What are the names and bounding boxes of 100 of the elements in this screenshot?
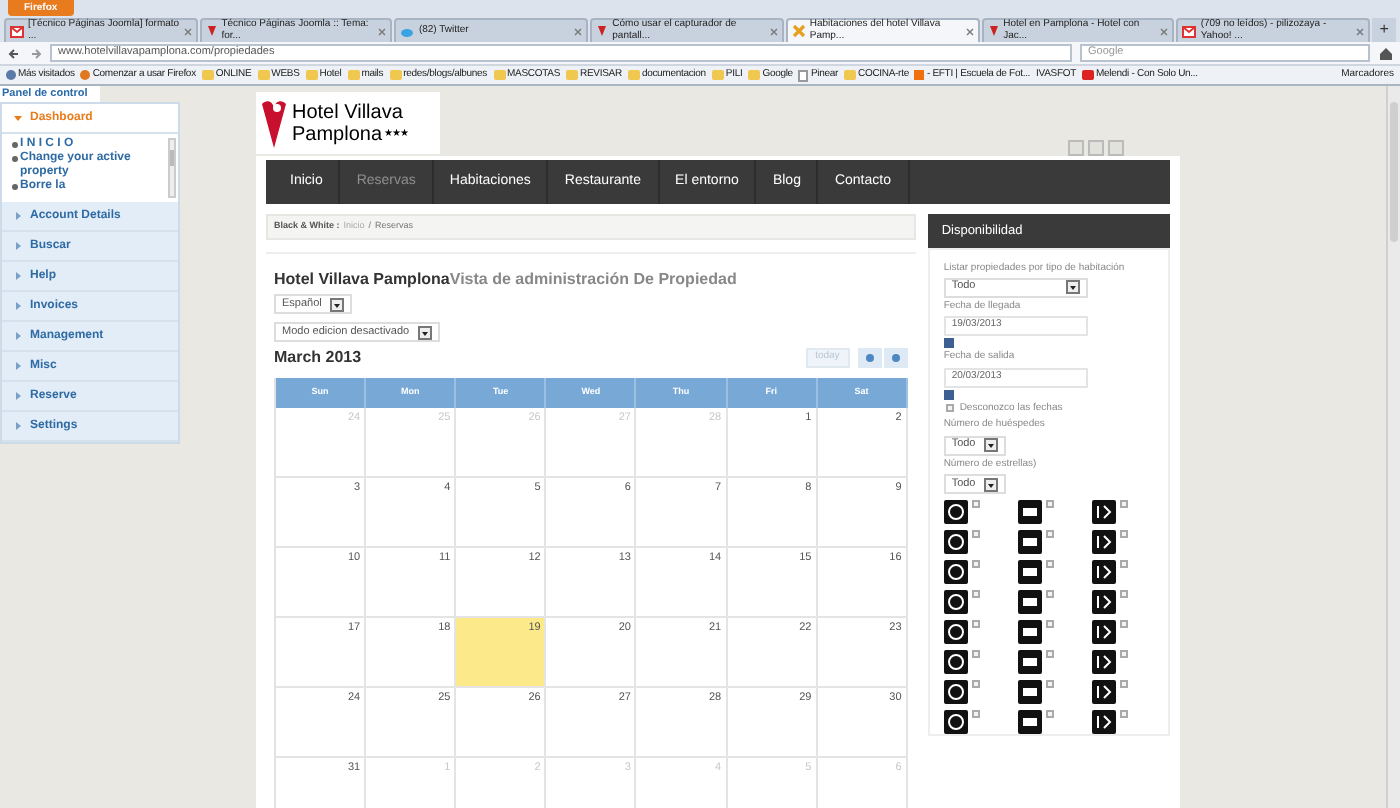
checkbox[interactable] [1119, 650, 1128, 658]
folder-icon [305, 70, 318, 80]
caret-right-icon [14, 392, 22, 400]
amenity-icon [1091, 590, 1116, 614]
dropdown-arrow-icon [983, 477, 998, 491]
checkbox[interactable] [971, 590, 980, 598]
checkbox[interactable] [1045, 620, 1054, 628]
close-icon[interactable] [1160, 27, 1169, 35]
caret-right-icon [14, 362, 22, 370]
checkbox[interactable] [1045, 680, 1054, 688]
amenity-icon [1017, 530, 1042, 554]
amenity-icon [1017, 650, 1042, 674]
folder-icon [493, 70, 506, 80]
checkbox[interactable] [1045, 500, 1054, 508]
checkbox[interactable] [971, 620, 980, 628]
item-bullet-icon [12, 156, 18, 162]
amenity-icon [1017, 590, 1042, 614]
cross-logo-icon [791, 24, 806, 38]
checkbox[interactable] [945, 404, 954, 413]
amenity-icon [1017, 560, 1042, 584]
dropdown-arrow-icon [329, 297, 344, 311]
folder-icon [389, 70, 402, 80]
folder-icon [627, 70, 640, 80]
checkbox[interactable] [1045, 590, 1054, 598]
checkbox[interactable] [1119, 680, 1128, 688]
scrollbar[interactable] [1386, 86, 1400, 808]
amenity-icon [1091, 500, 1116, 524]
amenity-icon [1017, 620, 1042, 644]
dropdown-arrow-icon [983, 438, 998, 452]
close-icon[interactable] [574, 27, 583, 35]
back-arrow-icon[interactable] [6, 45, 22, 61]
checkbox[interactable] [971, 680, 980, 688]
dropdown-arrow-icon [1065, 280, 1080, 294]
checkbox[interactable] [1045, 560, 1054, 568]
amenity-icon [1091, 650, 1116, 674]
checkbox[interactable] [971, 560, 980, 568]
checkbox[interactable] [1119, 500, 1128, 508]
checkbox[interactable] [971, 530, 980, 538]
close-icon[interactable] [378, 27, 387, 35]
close-icon[interactable] [965, 27, 974, 35]
caret-right-icon [14, 242, 22, 250]
logo-text: Hotel Villava [292, 101, 405, 123]
caret-right-icon [14, 272, 22, 280]
folder-icon [748, 70, 761, 80]
caret-right-icon [14, 422, 22, 430]
envelope-icon [1182, 25, 1197, 37]
item-bullet-icon [12, 142, 18, 148]
folder-icon [844, 70, 856, 80]
next-button[interactable] [883, 348, 908, 368]
checkbox[interactable] [1119, 710, 1128, 718]
amenity-icon [1017, 500, 1042, 524]
pin-icon [987, 24, 1000, 38]
checkbox[interactable] [971, 650, 980, 658]
close-icon[interactable] [769, 27, 778, 35]
scrollbar[interactable] [168, 138, 176, 198]
forward-arrow-icon[interactable] [30, 45, 42, 61]
amenity-icon [943, 620, 968, 644]
checkbox[interactable] [971, 500, 980, 508]
amenity-icon [943, 560, 968, 584]
caret-down-icon [14, 114, 22, 122]
dropdown-arrow-icon [417, 325, 432, 339]
pin-icon [205, 24, 218, 38]
close-icon[interactable] [183, 27, 192, 35]
close-icon[interactable] [1356, 27, 1365, 35]
folder-icon [566, 70, 579, 80]
folder-icon [201, 70, 214, 80]
play-icon [1082, 70, 1095, 80]
checkbox[interactable] [1045, 650, 1054, 658]
amenity-icon [943, 590, 968, 614]
checkbox[interactable] [1045, 530, 1054, 538]
amenity-icon [943, 710, 968, 734]
amenity-icon [943, 650, 968, 674]
amenity-icon [943, 680, 968, 704]
heart-logo-icon [260, 95, 288, 151]
folder-icon [711, 70, 724, 80]
checkbox[interactable] [1119, 560, 1128, 568]
logo-text: Pamplona [292, 123, 383, 145]
caret-right-icon [14, 332, 22, 340]
new-tab-button[interactable]: + [1372, 18, 1397, 42]
amenity-icon [1091, 530, 1116, 554]
checkbox[interactable] [1045, 710, 1054, 718]
amenity-icon [943, 530, 968, 554]
amenity-icon [1017, 680, 1042, 704]
checkbox[interactable] [1119, 620, 1128, 628]
checkbox[interactable] [971, 710, 980, 718]
folder-icon [257, 70, 270, 80]
page-icon [798, 69, 809, 81]
amenity-icon [1017, 710, 1042, 734]
checkbox[interactable] [1119, 530, 1128, 538]
square-icon [914, 70, 925, 80]
amenity-icon [1091, 620, 1116, 644]
checkbox[interactable] [1119, 590, 1128, 598]
previous-button[interactable] [857, 348, 882, 368]
amenity-icon [1091, 560, 1116, 584]
page-heading: Hotel Villava PamplonaVista de administración De Propiedad [274, 268, 739, 292]
pin-icon [596, 24, 609, 38]
amenity-icon [1091, 710, 1116, 734]
amenity-icon [1091, 680, 1116, 704]
folder-icon [347, 70, 360, 80]
month-title: March 2013 [274, 346, 362, 370]
